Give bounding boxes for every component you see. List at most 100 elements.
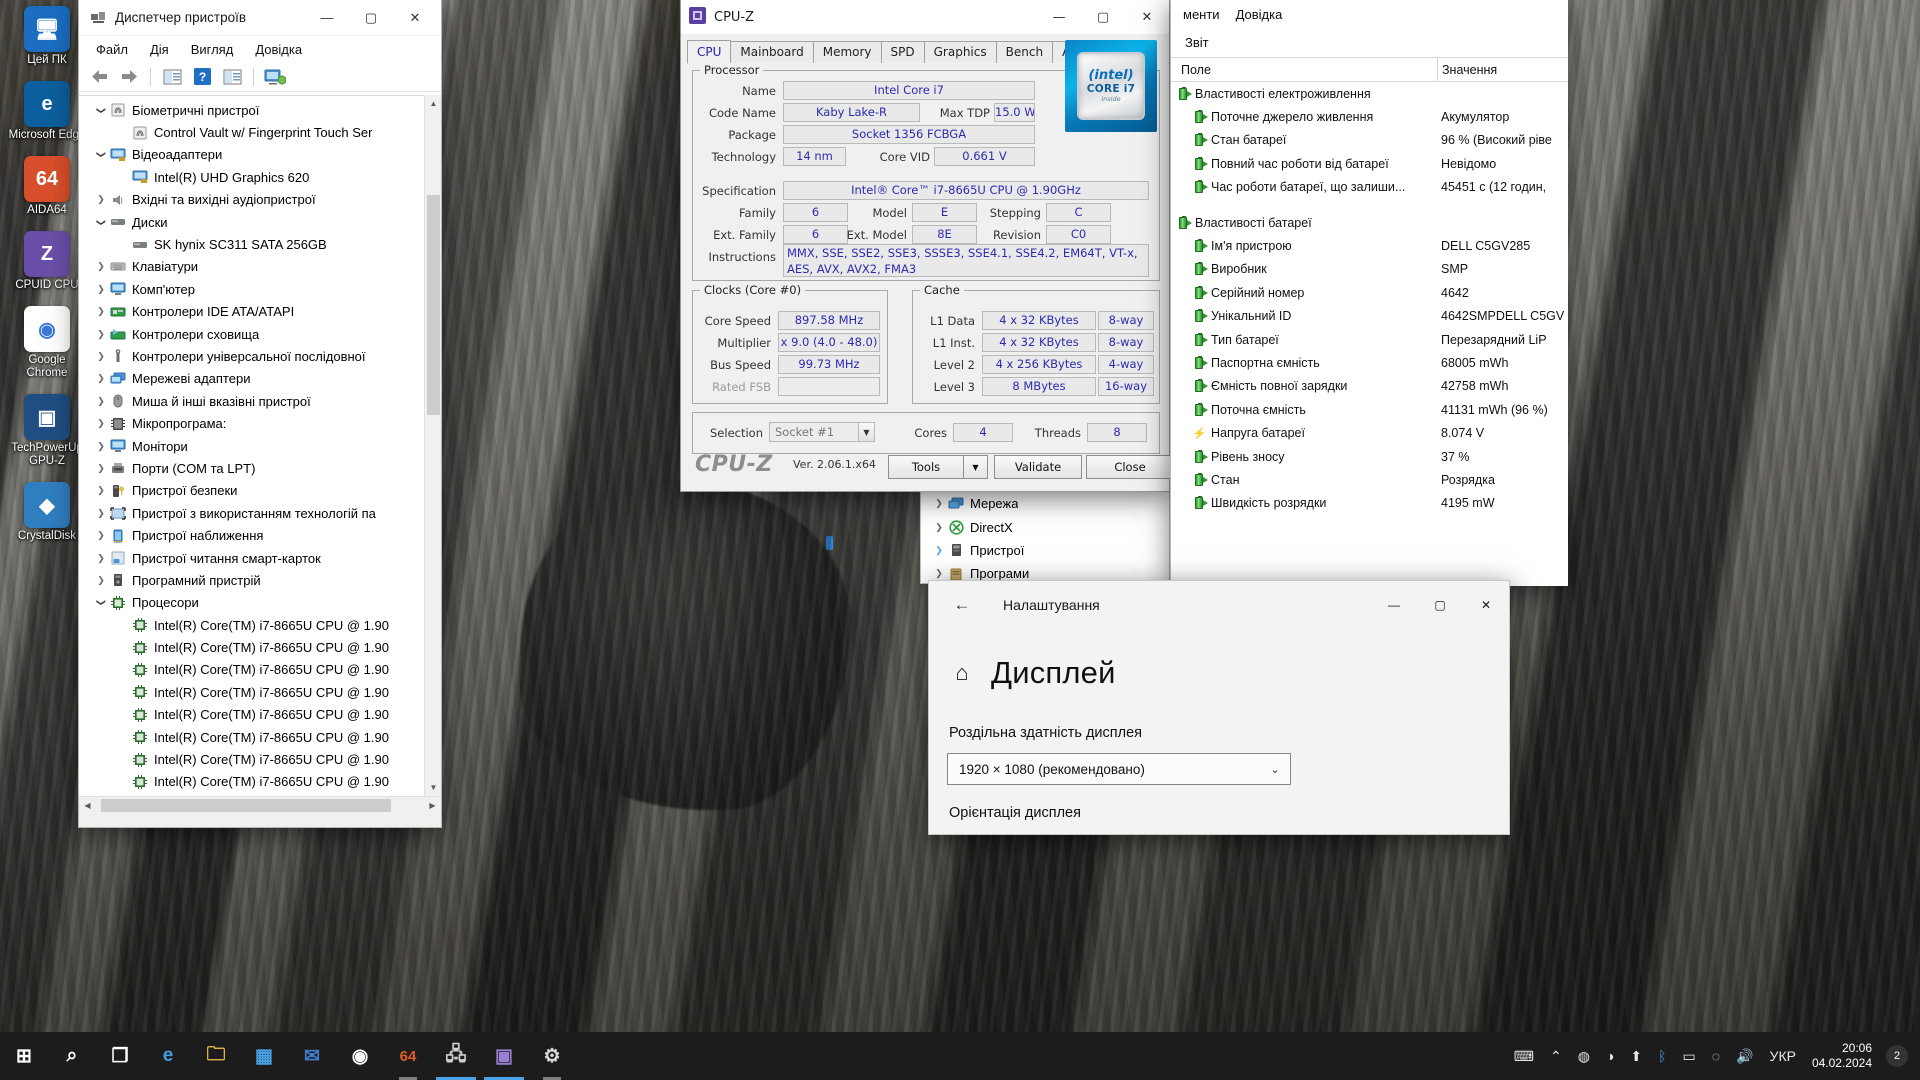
- chevron-down-icon[interactable]: ▼: [858, 423, 874, 441]
- cpuz-tab-graphics[interactable]: Graphics: [923, 41, 997, 63]
- device-tree-item[interactable]: Intel(R) Core(TM) i7-8665U CPU @ 1.90: [79, 748, 441, 770]
- tray-icon-onedrive[interactable]: ◍: [1570, 1032, 1598, 1080]
- aida64-tree-item[interactable]: ❯ Пристрої: [921, 539, 1169, 562]
- chevron-right-icon[interactable]: ❯: [93, 306, 109, 317]
- device-manager-maximize-button[interactable]: ▢: [349, 0, 393, 36]
- aida64-row[interactable]: Серійний номер 4642: [1171, 281, 1568, 304]
- device-manager-menu-3[interactable]: Довідка: [244, 39, 313, 60]
- device-tree-item[interactable]: ❯ Мережеві адаптери: [79, 368, 441, 390]
- aida64-row[interactable]: Поточна ємність 41131 mWh (96 %): [1171, 398, 1568, 421]
- back-arrow-icon[interactable]: ←: [939, 589, 985, 621]
- desktop-icon-5[interactable]: ▣ TechPowerUp GPU-Z: [8, 394, 86, 468]
- device-tree-vertical-scrollbar[interactable]: ▲ ▼: [424, 95, 441, 796]
- properties-icon[interactable]: [158, 65, 186, 89]
- device-tree-item[interactable]: Intel(R) Core(TM) i7-8665U CPU @ 1.90: [79, 636, 441, 658]
- desktop-icon-4[interactable]: ◉ Google Chrome: [8, 306, 86, 380]
- aida64-row[interactable]: Стан батареї 96 % (Високий ріве: [1171, 129, 1568, 152]
- chevron-right-icon[interactable]: ❯: [93, 194, 109, 205]
- chevron-right-icon[interactable]: ❯: [93, 418, 109, 429]
- back-arrow-icon[interactable]: [85, 65, 113, 89]
- chevron-down-icon[interactable]: ❯: [96, 214, 107, 230]
- device-manager-menu-2[interactable]: Вигляд: [180, 39, 245, 60]
- chevron-right-icon[interactable]: ❯: [931, 498, 947, 509]
- search-button[interactable]: ⌕: [48, 1032, 96, 1080]
- aida64-row[interactable]: Швидкість розрядки 4195 mW: [1171, 492, 1568, 515]
- cpuz-minimize-button[interactable]: —: [1037, 0, 1081, 35]
- settings-maximize-button[interactable]: ▢: [1417, 589, 1463, 621]
- desktop-icon-6[interactable]: ◆ CrystalDisk: [8, 482, 86, 543]
- device-tree-item[interactable]: ❯ Пристрої наближення: [79, 524, 441, 546]
- edge-taskbar-icon[interactable]: e: [144, 1032, 192, 1080]
- cpuz-tools-button[interactable]: Tools: [888, 455, 964, 479]
- cpuz-socket-select[interactable]: Socket #1 ▼: [769, 422, 875, 442]
- cpuz-tab-bench[interactable]: Bench: [995, 41, 1054, 63]
- device-tree-item[interactable]: ❯ Пристрої читання смарт-карток: [79, 547, 441, 569]
- scroll-left-arrow[interactable]: ◀: [79, 797, 96, 814]
- device-manager-menu-0[interactable]: Файл: [85, 39, 139, 60]
- volume-icon[interactable]: 🔊: [1728, 1032, 1761, 1080]
- file-explorer-taskbar-icon[interactable]: 🗀: [192, 1032, 240, 1080]
- cpuz-close-button[interactable]: ✕: [1125, 0, 1169, 35]
- scroll-right-arrow[interactable]: ▶: [424, 797, 441, 814]
- chevron-right-icon[interactable]: ❯: [93, 530, 109, 541]
- desktop-icon-2[interactable]: 64 AIDA64: [8, 156, 86, 217]
- device-tree-item[interactable]: ❯ Мікропрограма:: [79, 412, 441, 434]
- chevron-right-icon[interactable]: ❯: [931, 568, 947, 579]
- device-tree-item[interactable]: Intel(R) Core(TM) i7-8665U CPU @ 1.90: [79, 681, 441, 703]
- start-button[interactable]: ⊞: [0, 1032, 48, 1080]
- device-manager-taskbar-icon[interactable]: 🖧: [432, 1032, 480, 1080]
- aida64-menu-0[interactable]: менти: [1175, 4, 1228, 25]
- battery-icon[interactable]: ▭: [1675, 1032, 1704, 1080]
- device-tree-item[interactable]: ❯ Відеоадаптери: [79, 144, 441, 166]
- aida64-menu-1[interactable]: Довідка: [1228, 4, 1291, 25]
- aida64-row[interactable]: Ємність повної зарядки 42758 mWh: [1171, 375, 1568, 398]
- device-tree-item[interactable]: ❯ Клавіатури: [79, 256, 441, 278]
- aida64-taskbar-icon[interactable]: 64: [384, 1032, 432, 1080]
- settings-window[interactable]: ← Налаштування — ▢ ✕ ⌂ Дисплей Роздільна…: [928, 580, 1510, 835]
- device-manager-close-button[interactable]: ✕: [393, 0, 437, 36]
- device-tree-item[interactable]: ❯ Пристрої безпеки: [79, 480, 441, 502]
- scan-hardware-icon[interactable]: [261, 65, 289, 89]
- desktop-icon-1[interactable]: e Microsoft Edge: [8, 81, 86, 142]
- device-tree-scroll-area[interactable]: ❯ Біометричні пристрої Control Vault w/ Fi…: [79, 95, 441, 796]
- device-tree-item[interactable]: ❯ Порти (COM та LPT): [79, 457, 441, 479]
- device-tree-item[interactable]: ❯ Вхідні та вихідні аудіопристрої: [79, 189, 441, 211]
- resolution-select[interactable]: 1920 × 1080 (рекомендовано) ⌄: [947, 753, 1291, 785]
- chevron-right-icon[interactable]: ❯: [931, 522, 947, 533]
- device-tree-item[interactable]: ❯ Контролери універсальної послідовної: [79, 345, 441, 367]
- task-view-button[interactable]: ❐: [96, 1032, 144, 1080]
- aida64-row[interactable]: Стан Розрядка: [1171, 468, 1568, 491]
- keyboard-icon[interactable]: ⌨: [1506, 1032, 1542, 1080]
- aida64-row[interactable]: Унікальний ID 4642SMPDELL C5GV: [1171, 305, 1568, 328]
- taskbar-app-buttons[interactable]: ⊞ ⌕ ❐ e 🗀 ▦ ✉ ◉ 64 🖧 ▣ ⚙: [0, 1032, 576, 1080]
- mail-taskbar-icon[interactable]: ✉: [288, 1032, 336, 1080]
- aida64-rows[interactable]: Властивості електроживлення Поточне джере…: [1171, 82, 1568, 515]
- aida64-tree-list[interactable]: ❯ Мережа ❯ DirectX ❯ Пристрої ❯ Програми: [921, 489, 1169, 583]
- aida64-row[interactable]: Час роботи батареї, що залиши... 45451 с …: [1171, 176, 1568, 199]
- device-tree-item[interactable]: Intel(R) Core(TM) i7-8665U CPU @ 1.90: [79, 659, 441, 681]
- scroll-up-arrow[interactable]: ▲: [425, 95, 442, 112]
- device-tree-item[interactable]: ❯ Диски: [79, 211, 441, 233]
- aida64-navigation-tree[interactable]: ❯ Мережа ❯ DirectX ❯ Пристрої ❯ Програми: [920, 488, 1170, 584]
- device-tree-item[interactable]: Intel(R) Core(TM) i7-8665U CPU @ 1.90: [79, 704, 441, 726]
- cpuz-tab-spd[interactable]: SPD: [880, 41, 925, 63]
- chevron-right-icon[interactable]: ❯: [93, 553, 109, 564]
- chevron-right-icon[interactable]: ❯: [93, 396, 109, 407]
- device-tree-horizontal-scrollbar[interactable]: ◀ ▶: [79, 796, 441, 813]
- chevron-right-icon[interactable]: ❯: [93, 508, 109, 519]
- notification-badge[interactable]: 2: [1886, 1045, 1908, 1067]
- update-driver-icon[interactable]: [218, 65, 246, 89]
- cpuz-tab-cpu[interactable]: CPU: [687, 40, 732, 64]
- aida64-row[interactable]: Рівень зносу 37 %: [1171, 445, 1568, 468]
- aida64-row[interactable]: Виробник SMP: [1171, 258, 1568, 281]
- chevron-right-icon[interactable]: ❯: [93, 485, 109, 496]
- device-tree-item[interactable]: ❯ Процесори: [79, 592, 441, 614]
- desktop-icon-0[interactable]: 🖥 Цей ПК: [8, 6, 86, 67]
- horizontal-scroll-thumb[interactable]: [101, 799, 391, 812]
- device-manager-menu-1[interactable]: Дія: [139, 39, 180, 60]
- aida64-tree-item[interactable]: ❯ Мережа: [921, 492, 1169, 515]
- aida64-row[interactable]: Паспортна ємність 68005 mWh: [1171, 351, 1568, 374]
- aida64-row[interactable]: Ім'я пристрою DELL C5GV285: [1171, 234, 1568, 257]
- forward-arrow-icon[interactable]: [115, 65, 143, 89]
- aida64-row[interactable]: ⚡ Напруга батареї 8.074 V: [1171, 421, 1568, 444]
